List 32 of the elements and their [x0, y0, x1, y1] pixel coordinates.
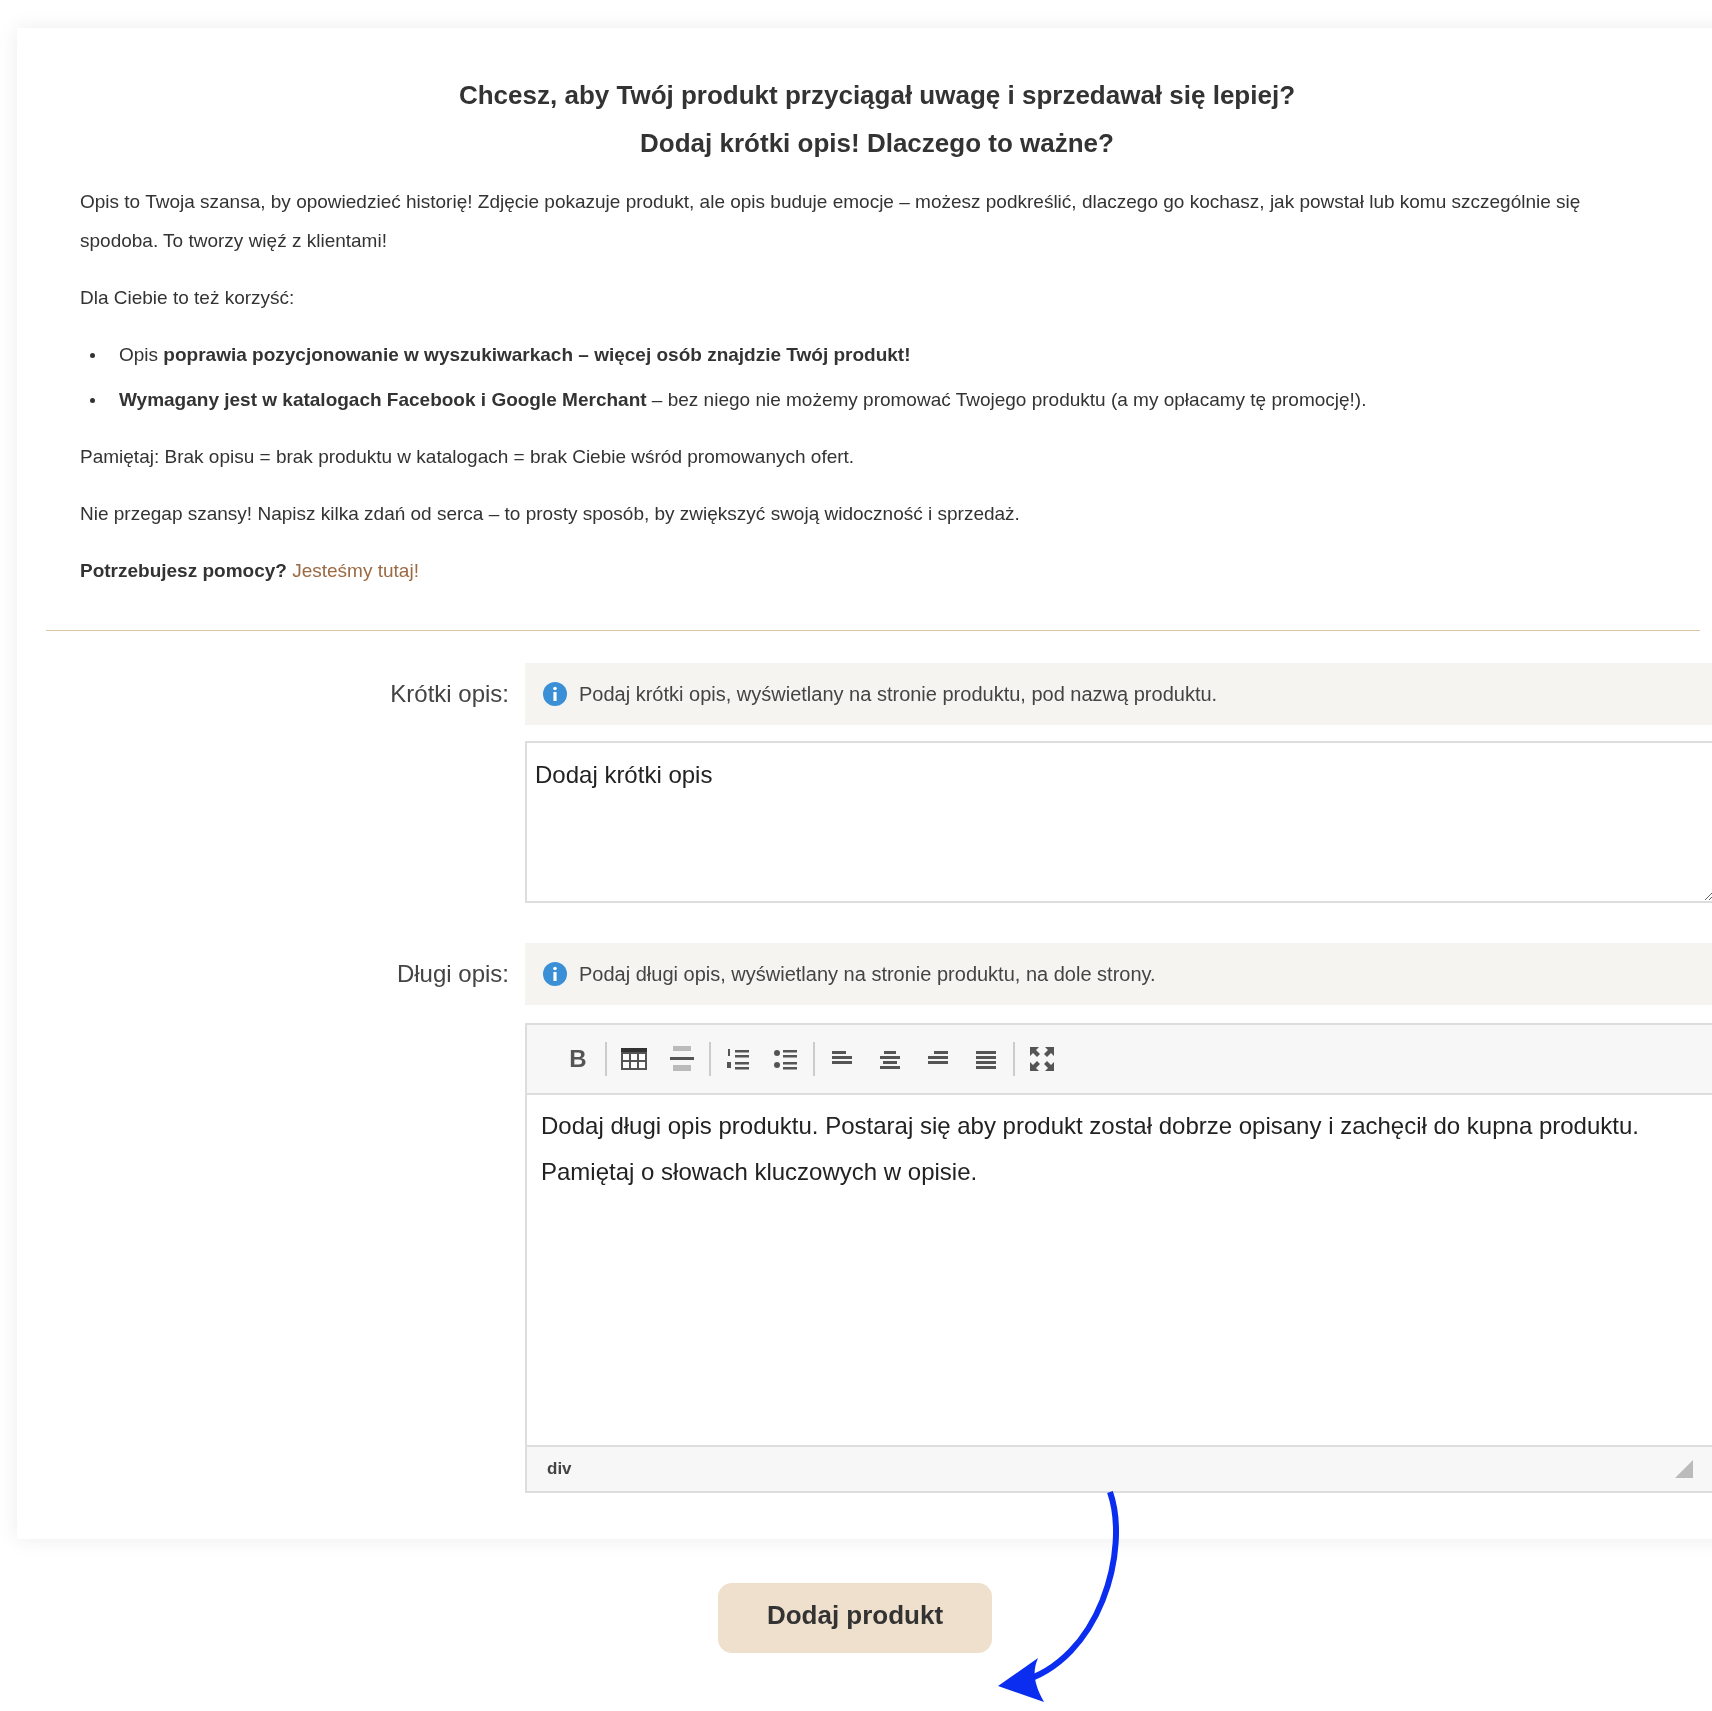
bold-button-label: B: [569, 1047, 587, 1071]
help-link[interactable]: Jesteśmy tutaj!: [292, 560, 419, 581]
center-align-icon: [879, 1049, 901, 1069]
horizontal-rule-icon: [670, 1045, 694, 1073]
bullet-icon: [90, 353, 95, 358]
table-icon: [620, 1047, 648, 1071]
heading: Chcesz, aby Twój produkt przyciągał uwagę i sprzedawał się lepiej?: [458, 79, 1296, 112]
paragraph: Opis to Twoja szansa, by opowiedzieć historię! Zdjęcie pokazuje produkt, ale opis buduje emocje – możesz podkreślić, dlaczego go kochasz, jak powstał lub komu szczególnie się spodoba. To tworzy więź z klientami!: [80, 190, 1582, 253]
bullet-text: Wymagany jest w katalogach Facebook i Google Merchant – bez niego nie możemy promować Twojego produktu (a my opłacamy tę promocję!).: [119, 388, 1367, 412]
help-text: Potrzebujesz pomocy? Jesteśmy tutaj!: [80, 559, 420, 583]
fullscreen-icon: [1029, 1046, 1055, 1072]
resize-handle-icon: [1675, 1460, 1693, 1478]
paragraph: Pamiętaj: Brak opisu = brak produktu w katalogach = brak Ciebie wśród promowanych ofert.: [80, 445, 856, 469]
field-label: Krótki opis:: [390, 679, 509, 709]
bullet-list-icon: [773, 1047, 799, 1071]
heading: Dodaj krótki opis! Dlaczego to ważne?: [640, 127, 1114, 160]
numbered-list-icon: [725, 1047, 751, 1071]
add-product-button[interactable]: Dodaj produkt: [718, 1583, 992, 1653]
short-description-field[interactable]: Dodaj krótki opis: [525, 741, 1712, 903]
bullet-text: Opis poprawia pozycjonowanie w wyszukiwarkach – więcej osób znajdzie Twój produkt!: [119, 343, 911, 367]
editor-field[interactable]: Dodaj długi opis produktu. Postaraj się aby produkt został dobrze opisany i zachęcił do kupna produktu. Pamiętaj o słowach kluczowych w opisie.: [527, 1095, 1712, 1445]
field-label: Długi opis:: [396, 959, 509, 989]
hint-text: Podaj długi opis, wyświetlany na stronie produktu, na dole strony.: [579, 962, 1156, 987]
justify-align-icon: [975, 1049, 997, 1069]
info-icon: [543, 962, 567, 986]
paragraph: Dla Ciebie to też korzyść:: [80, 286, 296, 310]
element-path: div: [547, 1458, 572, 1481]
hint-text: Podaj krótki opis, wyświetlany na stronie produktu, pod nazwą produktu.: [579, 682, 1218, 707]
info-icon: [543, 682, 567, 706]
paragraph: Nie przegap szansy! Napisz kilka zdań od serca – to prosty sposób, by zwiększyć swoją widoczność i sprzedaż.: [80, 502, 1021, 526]
bold-tool[interactable]: B: [561, 1042, 595, 1076]
bullet-icon: [90, 398, 95, 403]
